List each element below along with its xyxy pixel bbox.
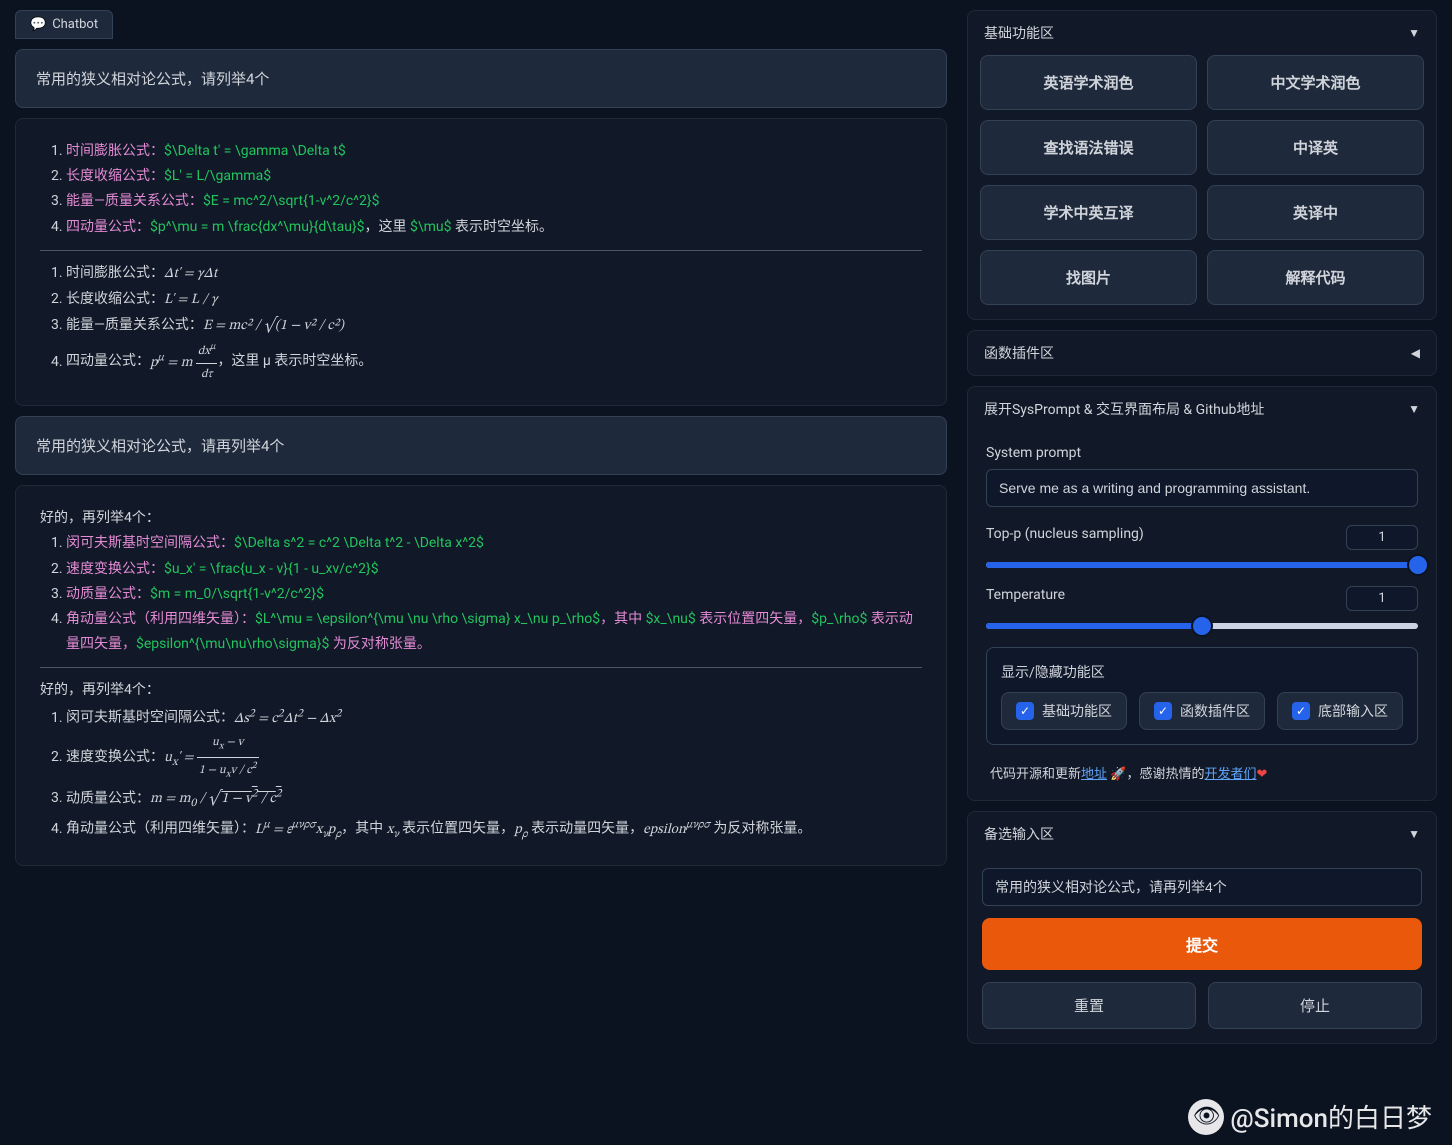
temperature-slider[interactable] <box>986 623 1418 629</box>
sysprompt-section: 展开SysPrompt & 交互界面布局 & Github地址 ▼ System… <box>967 386 1437 801</box>
stop-button[interactable]: 停止 <box>1208 982 1422 1029</box>
visibility-checkbox[interactable]: ✓基础功能区 <box>1001 692 1127 730</box>
formula-item: 四动量公式：$p^\mu = m \frac{dx^\mu}{d\tau}$，这… <box>66 215 922 240</box>
submit-button[interactable]: 提交 <box>982 918 1422 970</box>
visibility-checkgroup: 显示/隐藏功能区 ✓基础功能区 ✓函数插件区 ✓底部输入区 <box>986 647 1418 745</box>
formula-item: 速度变换公式：$u_x' = \frac{u_x - v}{1 - u_xv/c… <box>66 557 922 582</box>
chevron-down-icon: ▼ <box>1408 26 1420 40</box>
footer-links: 代码开源和更新地址 🚀，感谢热情的开发者们❤ <box>986 763 1418 782</box>
input-section: 备选输入区 ▼ 提交 重置 停止 <box>967 811 1437 1044</box>
function-button[interactable]: 中文学术润色 <box>1207 55 1424 110</box>
formula-item: 动质量公式：$m = m_0/\sqrt{1-v^2/c^2}$ <box>66 582 922 607</box>
reset-button[interactable]: 重置 <box>982 982 1196 1029</box>
plugin-section: 函数插件区 ◀ <box>967 330 1437 376</box>
bot2-intro2: 好的，再列举4个： <box>40 678 922 703</box>
bot-message-1: 时间膨胀公式：$\Delta t' = \gamma \Delta t$长度收缩… <box>15 118 947 406</box>
function-button[interactable]: 解释代码 <box>1207 250 1424 305</box>
chat-icon: 💬 <box>30 17 46 32</box>
tab-label: Chatbot <box>52 17 98 32</box>
temperature-label: Temperature <box>986 587 1065 603</box>
chevron-down-icon: ▼ <box>1408 402 1420 416</box>
formula-item: 四动量公式：pμ = m dxμdτ，这里 μ 表示时空坐标。 <box>66 339 922 385</box>
chevron-down-icon: ▼ <box>1408 827 1420 841</box>
watermark: 👁 @Simon的白日梦 <box>1188 1098 1432 1135</box>
formula-item: 长度收缩公式：$L' = L/\gamma$ <box>66 164 922 189</box>
user-message-2: 常用的狭义相对论公式，请再列举4个 <box>15 416 947 475</box>
function-button[interactable]: 查找语法错误 <box>980 120 1197 175</box>
formula-item: 时间膨胀公式：Δt' = γΔt <box>66 261 922 287</box>
formula-item: 闵可夫斯基时空间隔公式：Δs2 = c2Δt2 − Δx2 <box>66 703 922 732</box>
topp-label: Top-p (nucleus sampling) <box>986 526 1144 542</box>
heart-icon: ❤ <box>1256 767 1267 782</box>
formula-item: 角动量公式（利用四维矢量）：Lμ = εμνρσxνpρ，其中 xν 表示位置四… <box>66 814 922 844</box>
checkbox-icon: ✓ <box>1154 702 1172 720</box>
user-message-1: 常用的狭义相对论公式，请列举4个 <box>15 49 947 108</box>
rocket-icon: 🚀 <box>1110 767 1126 782</box>
basic-functions-header[interactable]: 基础功能区 ▼ <box>968 11 1436 55</box>
checkbox-icon: ✓ <box>1016 702 1034 720</box>
bot-message-2: 好的，再列举4个： 闵可夫斯基时空间隔公式：$\Delta s^2 = c^2 … <box>15 485 947 866</box>
system-prompt-label: System prompt <box>986 445 1418 461</box>
topp-value[interactable]: 1 <box>1346 525 1418 550</box>
visibility-checkbox[interactable]: ✓函数插件区 <box>1139 692 1265 730</box>
contributors-link[interactable]: 开发者们 <box>1204 767 1256 782</box>
formula-item: 时间膨胀公式：$\Delta t' = \gamma \Delta t$ <box>66 139 922 164</box>
input-section-header[interactable]: 备选输入区 ▼ <box>968 812 1436 856</box>
system-prompt-input[interactable] <box>986 469 1418 507</box>
formula-item: 能量—质量关系公式：E = mc² / √(1 − v² / c²) <box>66 313 922 339</box>
topp-slider[interactable] <box>986 562 1418 568</box>
temperature-value[interactable]: 1 <box>1346 586 1418 611</box>
formula-item: 闵可夫斯基时空间隔公式：$\Delta s^2 = c^2 \Delta t^2… <box>66 531 922 556</box>
chevron-left-icon: ◀ <box>1411 346 1420 360</box>
checkbox-icon: ✓ <box>1292 702 1310 720</box>
basic-functions-section: 基础功能区 ▼ 英语学术润色中文学术润色查找语法错误中译英学术中英互译英译中找图… <box>967 10 1437 320</box>
sysprompt-header[interactable]: 展开SysPrompt & 交互界面布局 & Github地址 ▼ <box>968 387 1436 431</box>
function-button[interactable]: 学术中英互译 <box>980 185 1197 240</box>
formula-item: 长度收缩公式：L' = L / γ <box>66 287 922 313</box>
formula-item: 角动量公式（利用四维矢量）：$L^\mu = \epsilon^{\mu \nu… <box>66 607 922 657</box>
bot2-intro: 好的，再列举4个： <box>40 506 922 531</box>
repo-link[interactable]: 地址 <box>1081 767 1107 782</box>
plugin-header[interactable]: 函数插件区 ◀ <box>968 331 1436 375</box>
weibo-icon: 👁 <box>1188 1099 1224 1135</box>
alt-input[interactable] <box>982 868 1422 906</box>
visibility-checkbox[interactable]: ✓底部输入区 <box>1277 692 1403 730</box>
formula-item: 能量—质量关系公式：$E = mc^2/\sqrt{1-v^2/c^2}$ <box>66 189 922 214</box>
formula-item: 动质量公式：m = m0 / √1 − v2 / c2 <box>66 784 922 814</box>
visibility-label: 显示/隐藏功能区 <box>1001 662 1403 682</box>
function-button[interactable]: 找图片 <box>980 250 1197 305</box>
function-button[interactable]: 英语学术润色 <box>980 55 1197 110</box>
formula-item: 速度变换公式：ux' = ux − v1 − uxv / c2 <box>66 732 922 783</box>
function-button[interactable]: 中译英 <box>1207 120 1424 175</box>
tab-chatbot[interactable]: 💬 Chatbot <box>15 10 113 39</box>
function-button[interactable]: 英译中 <box>1207 185 1424 240</box>
